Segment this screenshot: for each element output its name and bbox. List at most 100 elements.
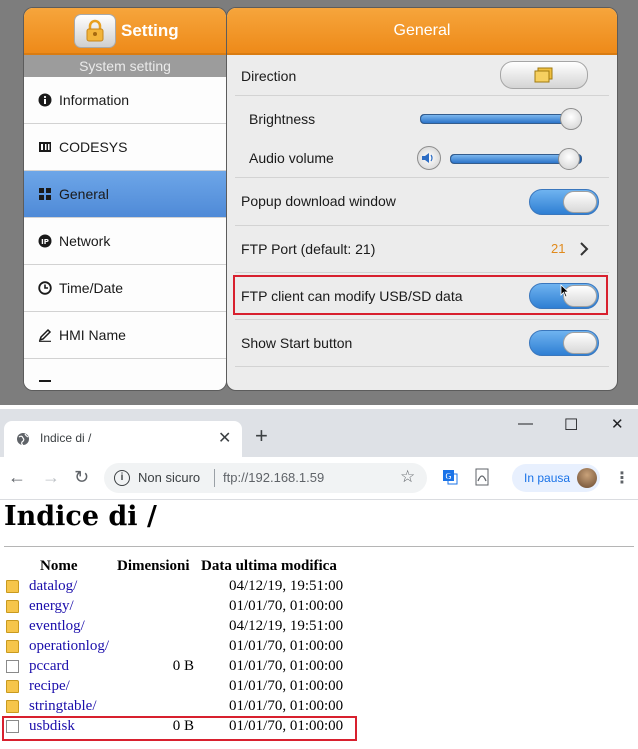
lock-icon (86, 19, 104, 42)
url-text[interactable]: ftp://192.168.1.59 (223, 470, 324, 485)
general-settings-panel: General Direction Brightness Audio volum… (226, 7, 618, 391)
bookmark-star-icon[interactable]: ☆ (400, 467, 415, 487)
minimize-button[interactable]: — (518, 415, 533, 432)
grid-icon (39, 188, 51, 200)
slider-thumb[interactable] (559, 108, 582, 130)
file-link[interactable]: recipe/ (29, 678, 70, 695)
menu-item-label: HMI Name (59, 327, 126, 343)
column-header-date: Data ultima modifica (201, 558, 337, 574)
menu-item-codesys[interactable]: CODESYS (24, 124, 226, 171)
menu-item-label: Information (59, 92, 130, 108)
divider (235, 177, 609, 178)
menu-item-label: Network (59, 233, 111, 249)
file-date: 01/01/70, 01:00:00 (229, 598, 344, 614)
codesys-icon (39, 142, 51, 152)
list-item: datalog/04/12/19, 19:51:00 (0, 577, 638, 597)
profile-paused-button[interactable]: In pausa (512, 464, 600, 492)
close-window-button[interactable]: ✕ (611, 415, 624, 433)
divider (214, 469, 215, 487)
translate-extension-icon[interactable]: G (442, 468, 458, 486)
back-button[interactable]: ← (8, 467, 26, 488)
list-item: recipe/01/01/70, 01:00:00 (0, 677, 638, 697)
page-title: Indice di / (4, 501, 157, 532)
menu-item-label: Time/Date (59, 280, 124, 296)
lock-button[interactable] (74, 14, 116, 48)
network-icon: IP (38, 234, 52, 248)
file-date: 01/01/70, 01:00:00 (229, 638, 344, 654)
pdf-extension-icon[interactable] (474, 468, 490, 486)
list-item: stringtable/01/01/70, 01:00:00 (0, 697, 638, 717)
folder-icon (6, 640, 19, 653)
maximize-button[interactable]: ☐ (564, 415, 578, 435)
direction-row: Direction (227, 55, 617, 96)
file-link[interactable]: pccard (29, 658, 69, 675)
direction-button[interactable] (500, 61, 588, 89)
toggle-knob (563, 332, 597, 354)
hmi-settings-screen: Setting System setting Information CODES… (0, 0, 638, 405)
slider-thumb[interactable] (558, 148, 580, 170)
highlight-box-usbdisk (2, 716, 357, 741)
highlight-box-ftp-modify (233, 275, 608, 315)
popup-download-toggle[interactable] (529, 189, 599, 215)
start-button-row: Show Start button (227, 320, 617, 367)
start-button-label: Show Start button (241, 335, 353, 351)
screen-rotate-icon (534, 67, 553, 83)
tab-indice[interactable]: Indice di / ✕ (4, 421, 242, 457)
reload-button[interactable]: ↻ (74, 467, 89, 488)
toggle-knob (563, 191, 597, 213)
address-bar[interactable]: i Non sicuro ftp://192.168.1.59 ☆ (104, 463, 427, 493)
menu-item-label: General (59, 186, 109, 202)
info-icon[interactable]: i (114, 470, 130, 486)
globe-icon (17, 433, 29, 446)
tab-strip: Indice di / ✕ + — ☐ ✕ (0, 409, 638, 457)
menu-item-partial[interactable] (24, 359, 226, 390)
menu-item-hmi-name[interactable]: HMI Name (24, 312, 226, 359)
svg-text:IP: IP (41, 238, 49, 246)
file-link[interactable]: operationlog/ (29, 638, 109, 655)
sidebar-subtitle: System setting (24, 55, 226, 77)
speaker-icon[interactable] (417, 146, 441, 170)
file-icon (6, 660, 19, 673)
popup-download-label: Popup download window (241, 193, 396, 209)
info-icon (38, 93, 52, 107)
menu-item-label: CODESYS (59, 139, 128, 155)
brightness-row: Brightness (227, 100, 617, 138)
new-tab-button[interactable]: + (255, 423, 268, 449)
folder-icon (6, 580, 19, 593)
chevron-right-icon[interactable] (579, 241, 589, 257)
file-link[interactable]: energy/ (29, 598, 74, 615)
ftp-port-value: 21 (551, 241, 566, 256)
audio-volume-row: Audio volume (227, 140, 617, 178)
menu-item-time-date[interactable]: Time/Date (24, 265, 226, 312)
file-link[interactable]: stringtable/ (29, 698, 97, 715)
ftp-port-row[interactable]: FTP Port (default: 21) 21 (227, 226, 617, 273)
list-item: operationlog/01/01/70, 01:00:00 (0, 637, 638, 657)
brightness-label: Brightness (249, 111, 316, 127)
divider (4, 546, 634, 547)
popup-download-row: Popup download window (227, 179, 617, 226)
brightness-slider[interactable] (420, 108, 582, 130)
menu-item-general[interactable]: General (24, 171, 226, 218)
list-item: energy/01/01/70, 01:00:00 (0, 597, 638, 617)
close-tab-icon[interactable]: ✕ (218, 428, 231, 448)
clock-icon (38, 281, 52, 295)
menu-icon (39, 380, 51, 382)
panel-title: General (227, 8, 617, 55)
folder-icon (6, 620, 19, 633)
audio-volume-slider[interactable] (450, 148, 582, 170)
folder-icon (6, 700, 19, 713)
file-date: 01/01/70, 01:00:00 (229, 658, 344, 674)
file-link[interactable]: datalog/ (29, 578, 77, 595)
file-date: 04/12/19, 19:51:00 (229, 618, 344, 634)
column-header-size: Dimensioni (117, 558, 190, 574)
browser-toolbar: ← → ↻ i Non sicuro ftp://192.168.1.59 ☆ … (0, 457, 638, 500)
file-link[interactable]: eventlog/ (29, 618, 85, 635)
file-date: 04/12/19, 19:51:00 (229, 578, 344, 594)
column-header-name: Nome (40, 558, 78, 574)
menu-item-network[interactable]: IP Network (24, 218, 226, 265)
forward-button[interactable]: → (42, 467, 60, 488)
start-button-toggle[interactable] (529, 330, 599, 356)
browser-menu-button[interactable]: ⋮ (614, 468, 630, 488)
menu-item-information[interactable]: Information (24, 77, 226, 124)
file-date: 01/01/70, 01:00:00 (229, 678, 344, 694)
